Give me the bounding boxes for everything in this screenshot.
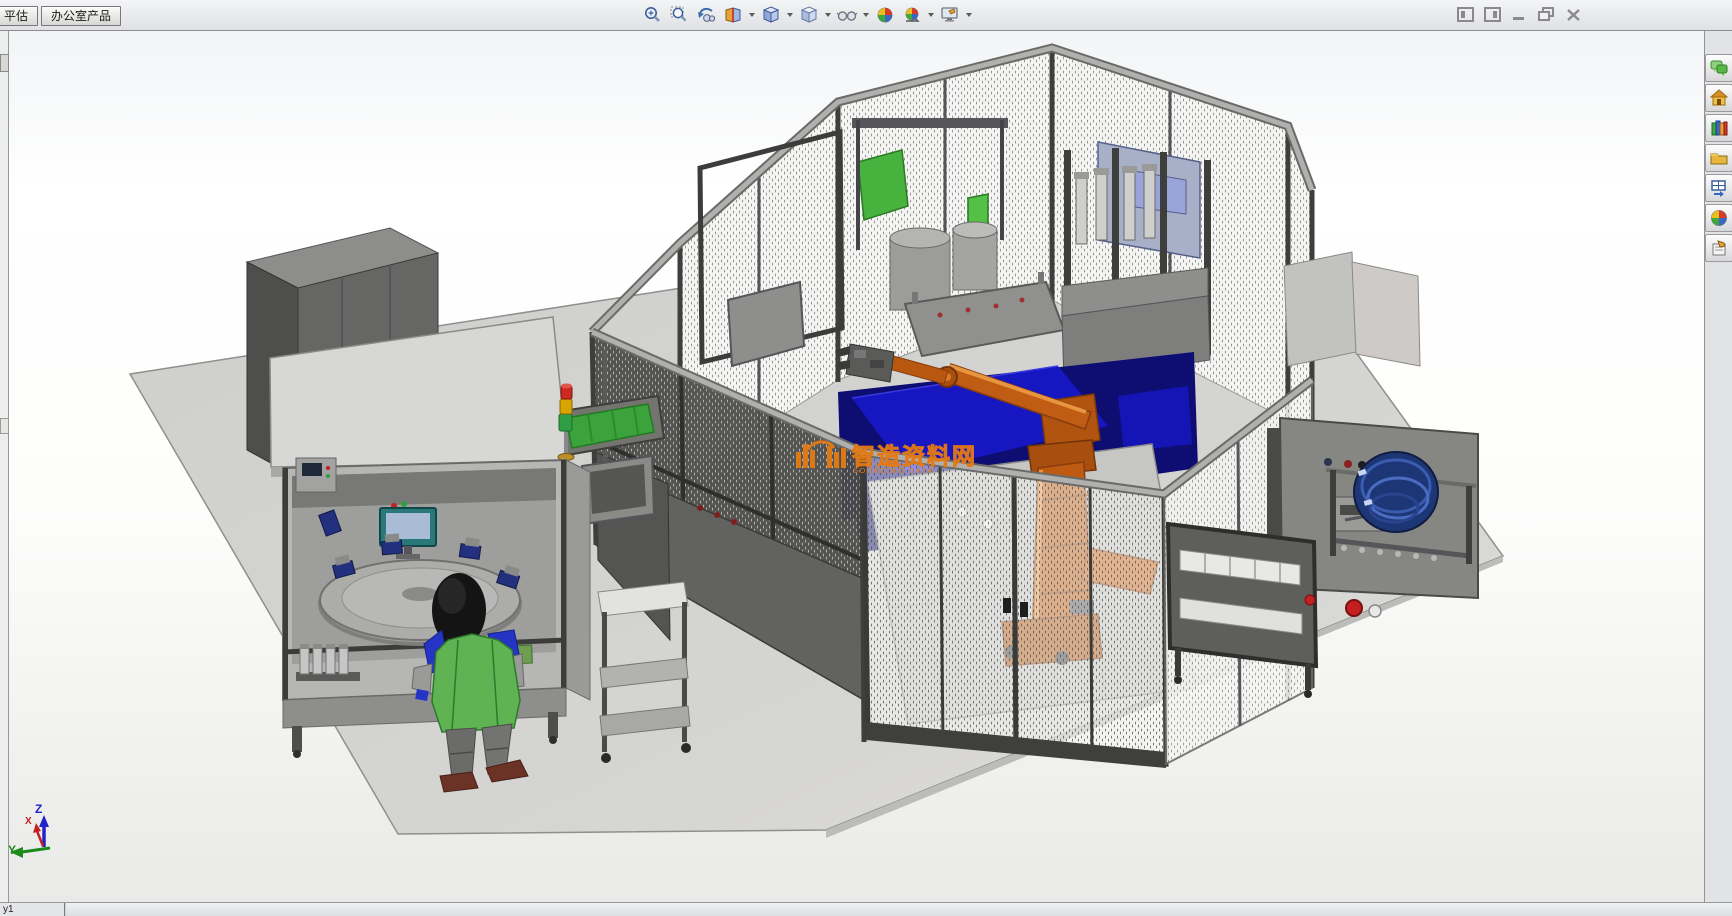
electrical-box-1 <box>1284 252 1356 366</box>
display-style-icon <box>799 5 819 25</box>
edit-appearance-icon <box>875 5 895 25</box>
previous-view-icon <box>696 5 716 25</box>
feature-manager-edge <box>0 30 9 903</box>
electrical-box-2 <box>1352 262 1420 366</box>
hide-show-items-button[interactable] <box>835 3 859 27</box>
mesh-doors <box>864 454 1166 768</box>
restore-icon <box>1538 7 1554 22</box>
section-view-icon <box>723 5 743 25</box>
panel-collapse-handle[interactable] <box>0 418 9 434</box>
zoom-to-area-button[interactable] <box>667 3 691 27</box>
z-axis-label: Z <box>35 802 42 816</box>
zoom-to-fit-icon <box>642 5 662 25</box>
books-icon <box>1710 119 1728 137</box>
tab-office-products[interactable]: 办公室产品 <box>41 6 121 26</box>
minimize-button[interactable] <box>1510 6 1528 23</box>
graphics-viewport[interactable]: 智造资料网 SOURCING DATA Z X Y <box>9 30 1704 903</box>
close-icon <box>1566 8 1581 22</box>
display-style-button[interactable] <box>797 3 821 27</box>
forum-button[interactable] <box>1705 54 1732 82</box>
x-axis-label: X <box>25 816 32 827</box>
hose-coil <box>1354 452 1438 532</box>
previous-view-button[interactable] <box>694 3 718 27</box>
status-left-label: y1 <box>0 903 66 916</box>
apply-scene-dropdown[interactable] <box>928 13 934 17</box>
y-axis-label: Y <box>9 843 16 857</box>
folder-icon <box>1710 149 1728 167</box>
apply-scene-button[interactable] <box>900 3 924 27</box>
side-console <box>296 458 336 492</box>
home-icon <box>1710 89 1728 107</box>
custom-properties-button[interactable] <box>1705 234 1732 262</box>
zoom-to-area-icon <box>669 5 689 25</box>
z-axis-arrow <box>39 815 49 827</box>
forum-icon <box>1710 59 1728 77</box>
close-button[interactable] <box>1564 6 1582 23</box>
edit-appearance-button[interactable] <box>873 3 897 27</box>
minimize-icon <box>1512 8 1526 22</box>
design-library-button[interactable] <box>1705 114 1732 142</box>
solidworks-resources-button[interactable] <box>1705 84 1732 112</box>
stack-light-green <box>559 414 572 431</box>
operator-vest <box>432 634 520 732</box>
appearances-scenes-button[interactable] <box>1705 204 1732 232</box>
panel-fragment <box>0 54 9 72</box>
heads-up-view-toolbar <box>640 3 973 27</box>
pane-left-icon <box>1457 7 1474 22</box>
door-handle-left <box>1003 598 1011 613</box>
x-axis-arrow <box>33 823 41 833</box>
task-pane <box>1704 30 1732 903</box>
section-view-button[interactable] <box>721 3 745 27</box>
operator-left-shoe <box>440 772 478 792</box>
display-style-dropdown[interactable] <box>825 13 831 17</box>
section-view-dropdown[interactable] <box>749 13 755 17</box>
command-manager-tabs: 平估 办公室产品 <box>0 6 121 26</box>
view-settings-icon <box>940 5 960 25</box>
appearances-sphere-icon <box>1710 209 1728 227</box>
door-handle-right <box>1020 602 1028 617</box>
stack-light-yellow <box>560 399 572 414</box>
pane-right-button[interactable] <box>1483 6 1501 23</box>
zoom-to-fit-button[interactable] <box>640 3 664 27</box>
view-palette-button[interactable] <box>1705 174 1732 202</box>
hide-show-items-icon <box>836 5 858 25</box>
apply-scene-icon <box>902 5 922 25</box>
view-palette-icon <box>1710 179 1728 197</box>
hide-show-items-dropdown[interactable] <box>863 13 869 17</box>
emergency-stop-button <box>1346 600 1362 616</box>
orientation-triad: Z X Y <box>9 802 50 858</box>
view-orientation-dropdown[interactable] <box>787 13 793 17</box>
restore-button[interactable] <box>1537 6 1555 23</box>
scene-canvas: 智造资料网 SOURCING DATA Z X Y <box>9 30 1704 903</box>
file-explorer-button[interactable] <box>1705 144 1732 172</box>
cad-application-window: 平估 办公室产品 <box>0 0 1732 916</box>
view-orientation-icon <box>761 5 781 25</box>
tab-evaluate[interactable]: 平估 <box>0 6 38 26</box>
top-toolbar: 平估 办公室产品 <box>0 0 1732 31</box>
watermark-subtitle: SOURCING DATA <box>853 466 934 475</box>
view-orientation-button[interactable] <box>759 3 783 27</box>
pane-right-icon <box>1484 7 1501 22</box>
window-controls <box>1456 6 1582 23</box>
custom-properties-icon <box>1710 239 1728 257</box>
view-settings-dropdown[interactable] <box>966 13 972 17</box>
view-settings-button[interactable] <box>938 3 962 27</box>
status-bar: y1 <box>0 902 1732 916</box>
pane-left-button[interactable] <box>1456 6 1474 23</box>
